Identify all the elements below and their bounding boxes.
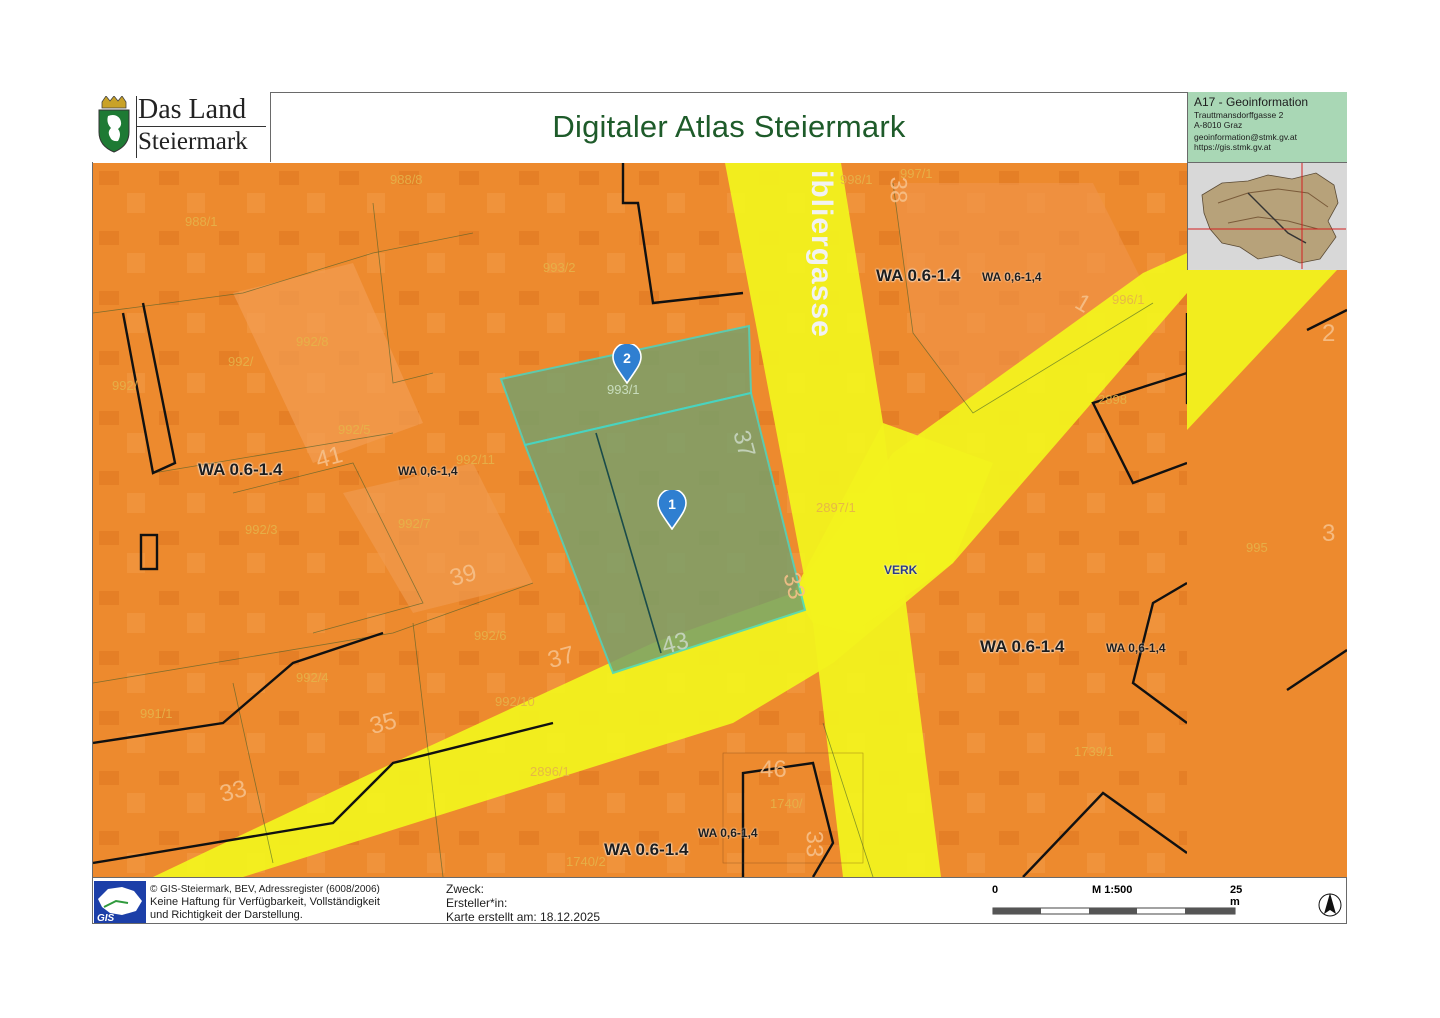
parcel-label: 992/ [228,354,254,369]
logo-rule [136,126,266,127]
marker-number: 1 [668,496,676,512]
parcel-label: 991/1 [140,706,173,721]
house-number: 33 [800,830,828,858]
logo-line2: Steiermark [138,128,248,155]
parcel-label: 988/8 [390,172,423,187]
marker-pin-2[interactable]: 2 [612,342,642,385]
verk-label: VERK [884,563,918,577]
zoning-label-small: WA 0,6-1,4 [698,826,758,840]
parcel-label: 992/ [112,378,138,393]
parcel-label: 996/1 [1112,292,1145,307]
marker-number: 2 [623,350,631,366]
logo-divider [136,96,137,158]
info-url[interactable]: https://gis.stmk.gv.at [1194,141,1341,154]
house-number: 46 [760,756,787,783]
parcel-label: 998/1 [840,172,873,187]
map-pin-icon: 2 [612,342,642,385]
map-footer: GIS © GIS-Steiermark, BEV, Adressregiste… [92,877,1347,924]
gis-logo-text: GIS [97,913,115,923]
zoning-label: WA 0.6-1.4 [604,840,689,859]
parcel-label: 992/7 [398,516,431,531]
parcel-label: 995 [1246,540,1268,555]
page-title: Digitaler Atlas Steiermark [552,109,906,144]
overview-map [1187,162,1347,270]
overview-map-graphic [1188,163,1346,269]
parcel-label: 2896/1 [530,764,570,779]
zoning-label: WA 0.6-1.4 [876,266,961,285]
zoning-label-small: WA 0,6-1,4 [982,270,1042,284]
parcel-label: 992/10 [495,694,535,709]
scale-end: 25 m [1230,884,1243,908]
parcel-label: 993/2 [543,260,576,275]
parcel-label: 992/4 [296,670,329,685]
parcel-label: 993/1 [607,382,640,397]
house-number: 2 [1322,320,1336,347]
parcel-label: 992/8 [296,334,329,349]
parcel-label: 988/1 [185,214,218,229]
parcel-label: 992/5 [338,422,371,437]
street-name-label: ibliergasse [805,170,838,338]
parcel-label: 2898 [1098,392,1127,407]
scale-bar: 0 M 1:500 25 m [992,884,1252,922]
north-arrow-icon [1318,893,1342,917]
info-title: A17 - Geoinformation [1194,95,1309,109]
parcel-label: 1740/2 [566,854,606,869]
disclaimer: © GIS-Steiermark, BEV, Adressregister (6… [150,882,440,923]
zoning-label-small: WA 0,6-1,4 [398,464,458,478]
disclaimer-line3: und Richtigkeit der Darstellung. [150,909,303,921]
parcel-label: 1740/ [770,796,803,811]
gis-logo-icon: GIS [94,881,146,923]
scale-ratio: M 1:500 [1092,884,1133,896]
scale-bar-graphic [992,907,1236,915]
marker-pin-1[interactable]: 1 [657,488,687,531]
logo-line1: Das Land [138,94,247,125]
created-date: Karte erstellt am: 18.12.2025 [446,910,601,924]
zoning-label: WA 0.6-1.4 [980,637,1065,656]
creator-label: Ersteller*in: [446,896,508,910]
state-logo: Das Land Steiermark [92,92,270,162]
title-bar: Digitaler Atlas Steiermark [270,92,1187,162]
parcel-label: 992/3 [245,522,278,537]
zoning-label-small: WA 0,6-1,4 [1106,641,1166,655]
steiermark-coat-of-arms-icon [98,96,130,153]
purpose-label: Zweck: [446,882,485,896]
parcel-label: 992/6 [474,628,507,643]
map-right-strip [1187,270,1347,877]
publisher-info: A17 - Geoinformation Trauttmansdorffgass… [1187,92,1347,162]
parcel-label: 1739/1 [1074,744,1114,759]
map-purpose: Zweck: Ersteller*in: Karte erstellt am: … [446,882,600,925]
map-pin-icon: 1 [657,488,687,531]
zoning-label: WA 0.6-1.4 [198,460,283,479]
parcel-label: 2897/1 [816,500,856,515]
house-number: 38 [884,176,912,204]
parcel-label: 992/11 [456,452,495,467]
house-number: 3 [1322,520,1336,547]
scale-start: 0 [992,884,999,896]
